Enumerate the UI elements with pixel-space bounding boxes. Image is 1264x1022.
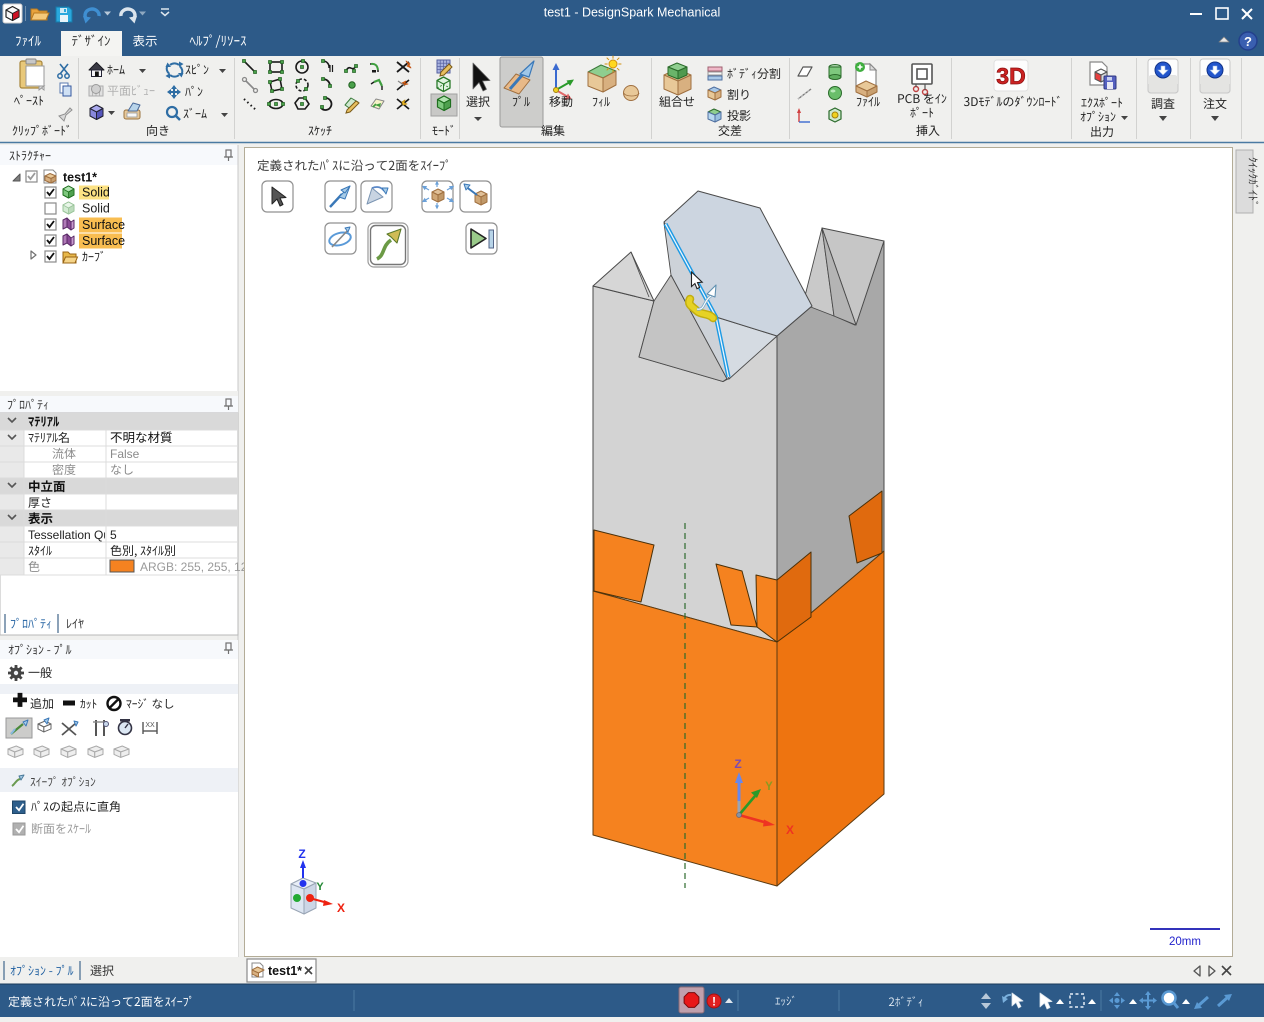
svg-text:Surface: Surface [82, 234, 125, 248]
svg-text:5: 5 [110, 528, 117, 542]
svg-text:Surface: Surface [82, 218, 125, 232]
svg-text:Y: Y [765, 781, 773, 793]
svg-text:X: X [337, 901, 345, 915]
svg-text:Solid: Solid [82, 202, 110, 216]
svg-text:X: X [786, 823, 794, 837]
svg-text:Y: Y [316, 881, 324, 893]
svg-text:test1*: test1* [63, 171, 97, 185]
svg-text:Z: Z [298, 847, 305, 861]
svg-text:?: ? [1244, 34, 1252, 49]
svg-text:Z: Z [734, 757, 741, 771]
svg-text:test1*: test1* [268, 964, 302, 978]
svg-text:!: ! [712, 997, 716, 1009]
svg-text:20mm: 20mm [1169, 936, 1201, 948]
svg-text:ARGB: 255, 255, 128: ARGB: 255, 255, 128 [140, 560, 254, 574]
svg-text:test1 - DesignSpark Mechanical: test1 - DesignSpark Mechanical [544, 6, 720, 20]
svg-text:Solid: Solid [82, 186, 110, 200]
svg-text:False: False [110, 447, 140, 461]
svg-text:XX: XX [145, 722, 155, 729]
svg-text:3D: 3D [996, 63, 1025, 89]
